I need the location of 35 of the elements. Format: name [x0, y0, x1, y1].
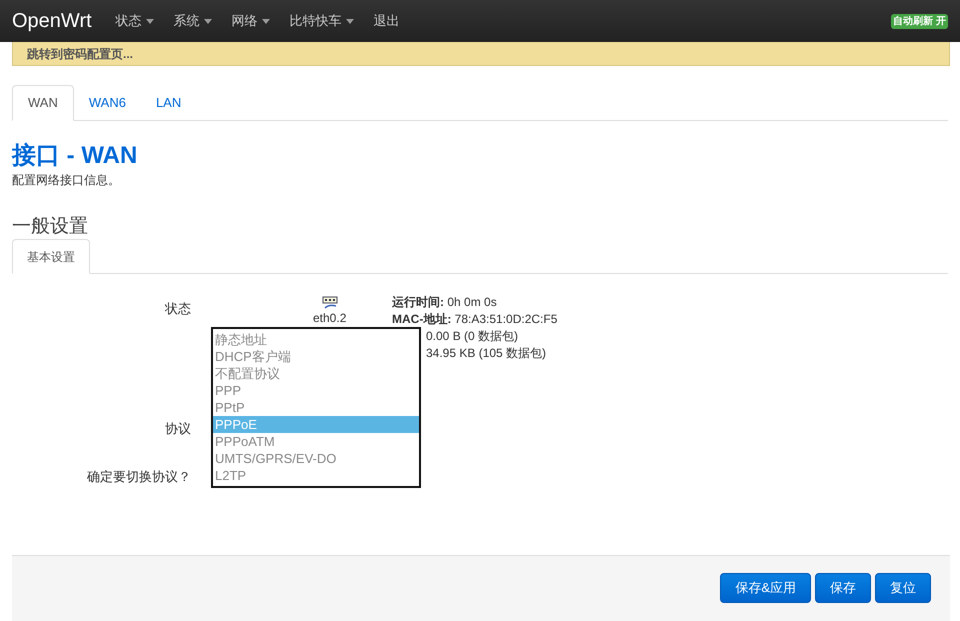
dropdown-option[interactable]: DHCP客户端	[213, 348, 419, 365]
nav-menu[interactable]: 比特快车	[290, 11, 354, 31]
status-label: 状态	[165, 300, 191, 318]
status-line: 0.00 B (0 数据包)	[425, 328, 520, 345]
dropdown-option[interactable]: PPtP	[213, 399, 419, 416]
dropdown-option[interactable]: UMTS/GPRS/EV-DO	[213, 450, 419, 467]
confirm-label: 确定要切换协议？	[87, 468, 191, 486]
tab[interactable]: LAN	[140, 85, 196, 121]
tab[interactable]: 基本设置	[12, 239, 90, 274]
nav-menu[interactable]: 退出	[374, 11, 400, 31]
dropdown-option[interactable]: PPP	[213, 382, 419, 399]
nav-menu[interactable]: 系统	[174, 11, 212, 31]
auto-refresh-badge[interactable]: 自动刷新 开	[891, 14, 948, 28]
status-line: 运行时间: 0h 0m 0s	[392, 294, 498, 311]
dropdown-option[interactable]: L2TP	[213, 467, 419, 484]
network-port-icon	[322, 296, 338, 310]
action-button[interactable]: 保存	[815, 573, 871, 603]
nav-menu[interactable]: 网络	[232, 11, 270, 31]
action-button[interactable]: 保存&应用	[720, 573, 811, 603]
page-title: 接口 - WAN	[12, 141, 138, 171]
tab[interactable]: WAN6	[74, 85, 141, 121]
protocol-label: 协议	[165, 420, 191, 438]
action-button[interactable]: 复位	[875, 573, 931, 603]
brand-logo[interactable]: OpenWrt	[12, 6, 92, 36]
tab[interactable]: WAN	[12, 85, 74, 121]
alert-text: 跳转到密码配置页...	[27, 46, 134, 62]
dropdown-option[interactable]: 不配置协议	[213, 365, 419, 382]
section-title: 一般设置	[12, 215, 89, 239]
page-description: 配置网络接口信息。	[12, 172, 121, 189]
device-label: eth0.2	[313, 311, 346, 325]
nav-menu[interactable]: 状态	[116, 11, 154, 31]
dropdown-option[interactable]: PPPoATM	[213, 433, 419, 450]
status-line: 34.95 KB (105 数据包)	[425, 345, 548, 362]
dropdown-option[interactable]: 静态地址	[213, 331, 419, 348]
status-line: MAC-地址: 78:A3:51:0D:2C:F5	[392, 311, 558, 328]
